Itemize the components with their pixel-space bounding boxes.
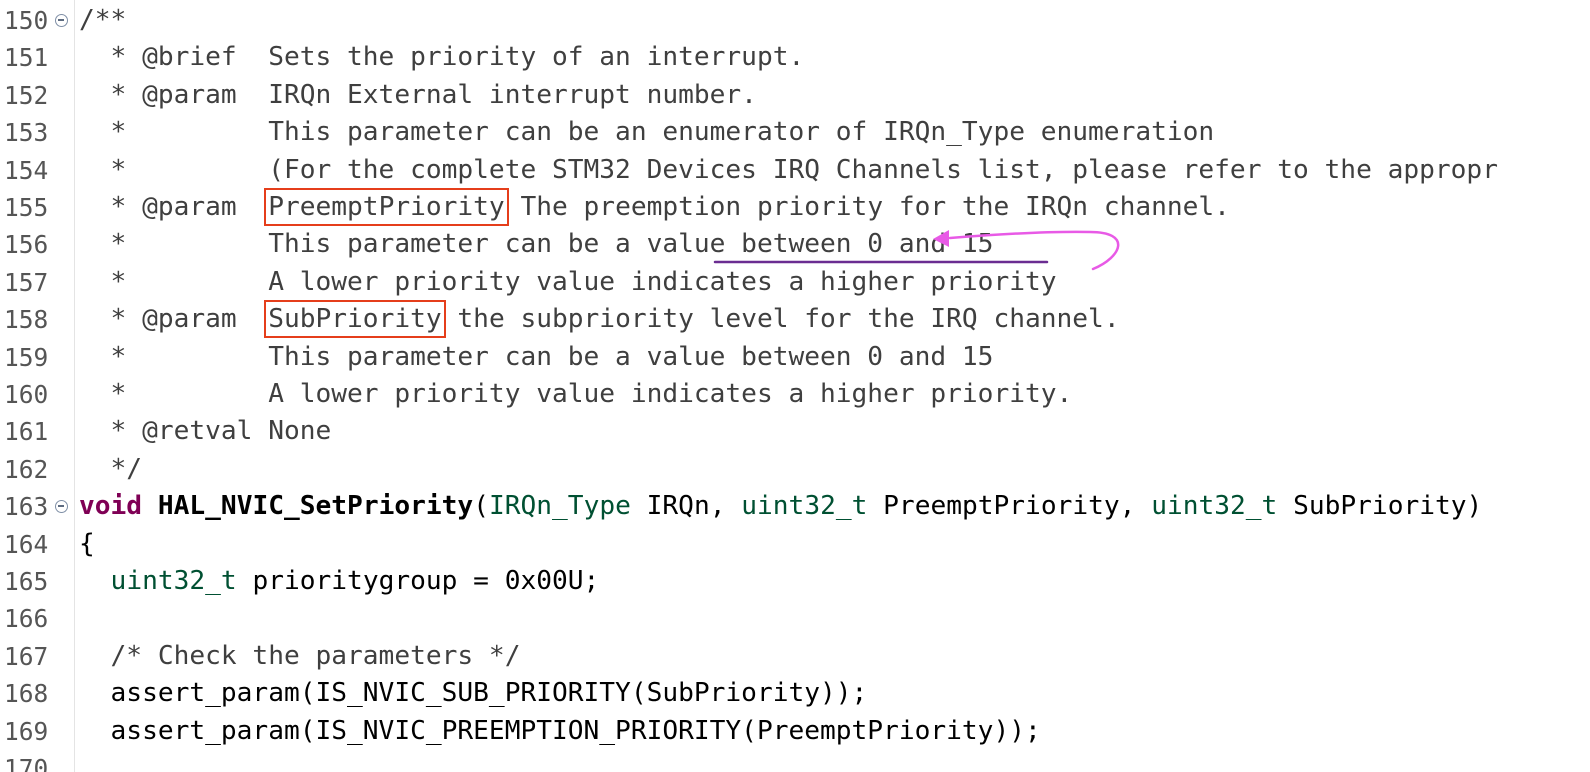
code-line[interactable]: 162 */ [0,451,1590,488]
code-text: assert_param(IS_NVIC_PREEMPTION_PRIORITY… [79,713,1041,750]
code-token: /** [79,5,127,35]
code-line[interactable]: 155 * @param PreemptPriority The preempt… [0,188,1590,226]
code-text: uint32_t prioritygroup = 0x00U; [79,563,600,600]
code-text: * @param SubPriority the subpriority lev… [79,300,1120,339]
code-token: * This parameter can be a value between … [79,341,994,372]
code-text: { [79,526,95,563]
code-token: assert_param(IS_NVIC_PREEMPTION_PRIORITY… [79,715,1041,746]
code-token: uint32_t [1151,491,1278,522]
code-text: /* Check the parameters */ [79,638,521,675]
line-number: 155 [4,193,49,222]
code-text: void HAL_NVIC_SetPriority(IRQn_Type IRQn… [79,488,1482,525]
code-line[interactable]: 165 uint32_t prioritygroup = 0x00U; [0,563,1590,600]
line-number: 161 [4,417,49,447]
code-line[interactable]: 160 * A lower priority value indicates a… [0,376,1590,413]
code-line[interactable]: 150 /** [0,2,1590,39]
code-token: void [79,491,143,522]
code-text: * This parameter can be an enumerator of… [79,114,1215,151]
code-line[interactable]: 154 * (For the complete STM32 Devices IR… [0,152,1590,189]
code-token: PreemptPriority, [867,491,1152,522]
code-token: IRQn, [630,491,742,522]
code-text: * This parameter can be a value between … [79,226,994,263]
highlight-subpriority: SubPriority [264,300,446,339]
code-line[interactable]: 169 assert_param(IS_NVIC_PREEMPTION_PRIO… [0,713,1590,750]
code-token: assert_param(IS_NVIC_SUB_PRIORITY(SubPri… [79,678,868,709]
line-number: 152 [4,80,49,110]
code-text: * @param IRQn External interrupt number. [79,77,757,114]
code-token: HAL_NVIC_SetPriority [157,491,474,522]
code-token: ( [473,491,489,522]
line-number: 157 [4,267,49,297]
line-number: 169 [4,716,49,746]
code-token: SubPriority) [1277,491,1483,522]
line-number: 151 [4,43,49,73]
code-token: * @param [79,304,269,335]
code-token: the subpriority level for the IRQ channe… [441,304,1120,335]
line-number: 163 [4,492,49,522]
line-number: 167 [4,641,49,671]
code-line[interactable]: 163 void HAL_NVIC_SetPriority(IRQn_Type I… [0,488,1590,525]
code-text: * @retval None [79,413,332,450]
line-number: 166 [4,604,49,634]
line-number: 162 [4,454,49,484]
code-token: The preemption priority for the IRQn cha… [504,192,1230,222]
code-token: */ [79,453,143,484]
code-text: /** [79,2,126,39]
code-text: * @param PreemptPriority The preemption … [79,188,1230,226]
code-line[interactable]: 167 /* Check the parameters */ [0,638,1590,675]
code-line[interactable]: 153 * This parameter can be an enumerato… [0,114,1590,151]
code-token: * (For the complete STM32 Devices IRQ Ch… [79,154,1498,185]
line-number: 154 [4,155,49,185]
code-token: * A lower priority value indicates a hig… [79,266,1057,297]
code-text: * A lower priority value indicates a hig… [79,264,1057,301]
code-text: assert_param(IS_NVIC_SUB_PRIORITY(SubPri… [79,675,868,712]
line-number: 159 [4,342,49,372]
line-number: 158 [4,305,49,335]
code-token: * This parameter can be a value between … [79,229,994,260]
code-line[interactable]: 166 [0,600,1590,637]
code-text: * (For the complete STM32 Devices IRQ Ch… [79,152,1498,189]
code-token: { [79,528,95,559]
code-token: prioritygroup = 0x00U; [236,566,600,596]
code-text: * A lower priority value indicates a hig… [79,376,1073,413]
line-number: 165 [4,567,49,596]
code-token: * @param IRQn External interrupt number. [79,79,757,110]
code-line[interactable]: 151 * @brief Sets the priority of an int… [0,39,1590,76]
code-line[interactable]: 161 * @retval None [0,413,1590,450]
code-text: * This parameter can be a value between … [79,339,994,376]
code-token: * This parameter can be an enumerator of… [79,117,1215,148]
fold-collapse-icon[interactable] [55,14,68,27]
code-line[interactable]: 170 [0,750,1590,772]
code-line[interactable]: 159 * This parameter can be a value betw… [0,339,1590,376]
code-editor[interactable]: 150 /** 151 * @brief Sets the priority of … [0,0,1590,772]
code-line[interactable]: 158 * @param SubPriority the subpriority… [0,300,1590,339]
code-token: uint32_t [110,566,237,596]
code-line[interactable]: 168 assert_param(IS_NVIC_SUB_PRIORITY(Su… [0,675,1590,712]
line-number: 150 [4,6,49,35]
code-token: * A lower priority value indicates a hig… [79,379,1073,409]
code-token: * @param [79,192,269,222]
code-line[interactable]: 152 * @param IRQn External interrupt num… [0,77,1590,114]
line-number: 160 [4,380,49,409]
code-token: IRQn_Type [488,491,631,522]
line-number: 168 [4,679,49,709]
highlight-preemptpriority: PreemptPriority [264,188,509,226]
fold-collapse-icon[interactable] [55,500,68,514]
code-token: uint32_t [741,491,868,522]
code-line[interactable]: 157 * A lower priority value indicates a… [0,264,1590,301]
code-text: * @brief Sets the priority of an interru… [79,39,805,76]
line-number: 164 [4,529,49,559]
code-line[interactable]: 156 * This parameter can be a value betw… [0,226,1590,263]
line-number: 156 [4,230,49,260]
code-line[interactable]: 164 { [0,526,1590,563]
code-token: * @retval None [79,416,332,447]
code-token: /* Check the parameters */ [79,640,521,671]
code-text: */ [79,451,143,488]
line-number: 170 [4,754,49,772]
code-token: * @brief Sets the priority of an interru… [79,42,805,73]
line-number: 153 [4,118,49,148]
